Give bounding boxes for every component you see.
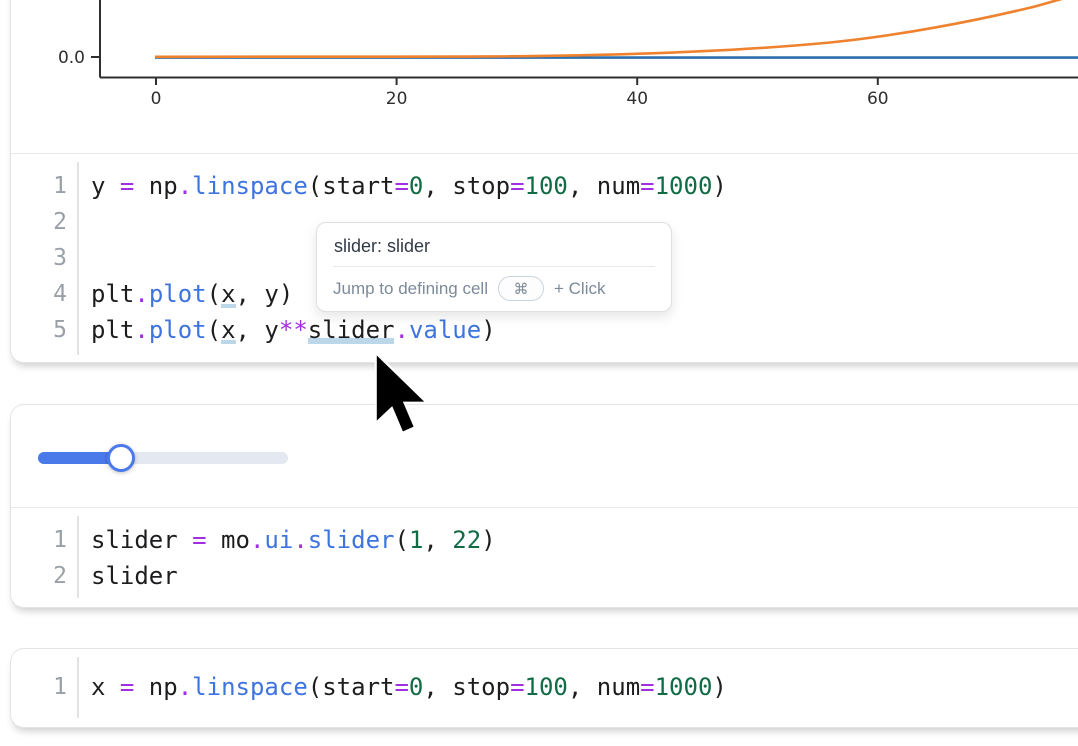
cmd-key-badge: ⌘ [498,276,544,301]
code-token: slider [91,526,192,554]
marimo-notebook: { "colors": { "syntax": { "operator": "#… [0,0,1078,746]
code-token: . [178,673,192,701]
code-token: plot [149,280,207,308]
code-token: . [394,316,408,344]
code-token: ui [264,526,293,554]
code-line[interactable]: 2 slider [11,558,1078,594]
code-token: = [394,172,408,200]
code-text: slider [81,558,178,594]
code-token: linspace [192,172,308,200]
line-number: 5 [11,312,81,348]
code-token: 100 [525,673,568,701]
code-token: = [120,673,134,701]
code-token: ( [207,316,221,344]
cross-cell-variable-ref[interactable]: slider [308,316,395,344]
code-token: , [423,526,452,554]
code-token: slider [308,526,395,554]
gutter-rule [77,162,79,355]
cross-cell-variable-ref[interactable]: x [221,316,235,344]
line-number: 1 [11,522,81,558]
code-token: ) [712,172,726,200]
code-token: ( [394,526,408,554]
line-number: 3 [11,240,81,276]
code-token: mo [207,526,250,554]
line-number: 4 [11,276,81,312]
code-token: x [91,673,120,701]
code-token: . [134,280,148,308]
code-token: . [178,172,192,200]
code-text [81,240,91,276]
code-token: plot [149,316,207,344]
code-token: = [640,673,654,701]
line-number: 2 [11,204,81,240]
code-token: = [394,673,408,701]
code-token: , y) [236,280,294,308]
code-text: plt.plot(x, y) [81,276,293,312]
code-line[interactable]: 1y = np.linspace(start=0, stop=100, num=… [11,168,1078,204]
code-token: linspace [192,673,308,701]
code-token: np [134,172,177,200]
code-token: = [192,526,206,554]
code-line[interactable]: 5plt.plot(x, y**slider.value) [11,312,1078,348]
gutter-rule [77,516,79,598]
slider-thumb[interactable] [107,444,135,472]
line-number: 1 [11,669,81,705]
cell-slider[interactable]: 1slider = mo.ui.slider(1, 22)2slider [10,404,1078,608]
code-token: ( [207,280,221,308]
command-icon: ⌘ [513,280,528,298]
code-token: 1000 [655,172,713,200]
cell-x[interactable]: 1x = np.linspace(start=0, stop=100, num=… [10,648,1078,728]
code-token: y [91,172,120,200]
code-token: . [250,526,264,554]
code-token: , num [568,673,640,701]
code-token: 0 [409,673,423,701]
code-token: 1 [409,526,423,554]
code-token: , stop [423,172,510,200]
code-token: . [293,526,307,554]
code-token: = [640,172,654,200]
code-token: ** [279,316,308,344]
code-token: ) [712,673,726,701]
variable-tooltip: slider: slider Jump to defining cell ⌘ +… [316,222,672,312]
code-token: (start [308,673,395,701]
code-token: 22 [452,526,481,554]
code-text: y = np.linspace(start=0, stop=100, num=1… [81,168,727,204]
code-token: plt [91,316,134,344]
code-token: = [120,172,134,200]
code-text [81,204,91,240]
code-token: ) [481,316,495,344]
code-token: 0 [409,172,423,200]
cross-cell-variable-ref[interactable]: x [221,280,235,308]
code-line[interactable]: 1x = np.linspace(start=0, stop=100, num=… [11,669,1078,705]
code-text: plt.plot(x, y**slider.value) [81,312,496,348]
code-token: = [510,673,524,701]
code-text: x = np.linspace(start=0, stop=100, num=1… [81,669,727,705]
line-number: 1 [11,168,81,204]
code-token: np [134,673,177,701]
code-token: value [409,316,481,344]
code-token: ) [481,526,495,554]
code-token: plt [91,280,134,308]
tooltip-action-label: Jump to defining cell [333,279,488,299]
code-text: slider = mo.ui.slider(1, 22) [81,522,496,558]
code-token: slider [91,562,178,590]
code-token: , y [236,316,279,344]
code-token: (start [308,172,395,200]
code-token: = [510,172,524,200]
code-line[interactable]: 1slider = mo.ui.slider(1, 22) [11,522,1078,558]
code-editor-slider-cell[interactable]: 1slider = mo.ui.slider(1, 22)2slider [11,508,1078,606]
code-token: , stop [423,673,510,701]
tooltip-title: slider: slider [317,223,671,266]
line-number: 2 [11,558,81,594]
code-token: 100 [525,172,568,200]
code-token: , num [568,172,640,200]
tooltip-click-hint: + Click [554,279,605,299]
code-token: 1000 [655,673,713,701]
code-editor-x-cell[interactable]: 1x = np.linspace(start=0, stop=100, num=… [11,649,1078,726]
slider-track[interactable] [38,452,288,464]
gutter-rule [77,657,79,718]
code-token: . [134,316,148,344]
